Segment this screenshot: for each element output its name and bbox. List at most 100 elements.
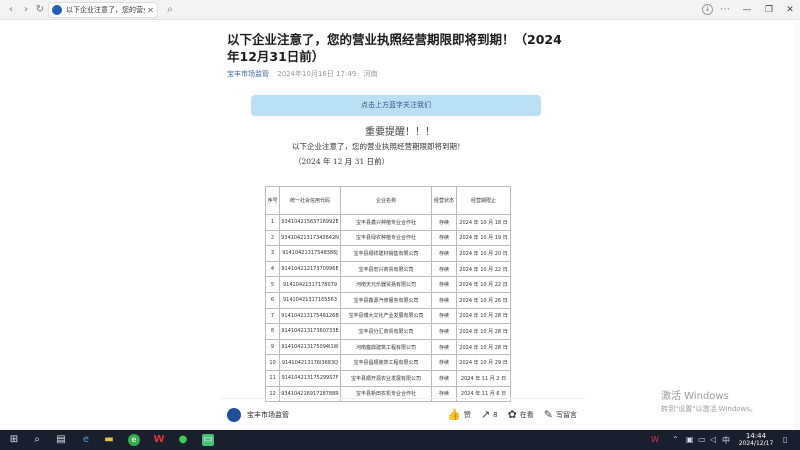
- tray-wps-icon[interactable]: W: [651, 435, 659, 444]
- row-no: 10: [265, 354, 280, 371]
- row-name: 河南天元乐器贸易有限公司: [340, 276, 432, 293]
- row-date: 2024 年 10 月 22 日: [456, 276, 511, 293]
- row-no: 2: [265, 229, 280, 247]
- viewing-label: 在看: [519, 410, 534, 419]
- table-row: 8 91410421317360733E 宝丰县分汇商贸有限公司 存续 2024 年 1…: [265, 323, 511, 340]
- article-meta: 宝丰市场监管 2024年10月16日 17:49 河南: [227, 69, 383, 79]
- table-row: 3 91410421317548386J 宝丰县顺祥建材销售有限公司 存续 2024 年…: [265, 245, 511, 262]
- row-code: 91410421317548386J: [279, 245, 341, 262]
- notice-heading: 重要提醒！！！: [365, 127, 435, 138]
- wps-office-icon[interactable]: W: [153, 434, 165, 446]
- tray-display-icon[interactable]: ▭: [698, 435, 706, 444]
- search-icon[interactable]: ⌕: [163, 3, 177, 17]
- comment-button[interactable]: ✎ 写留言: [544, 408, 577, 421]
- green-app-icon[interactable]: e: [128, 434, 140, 446]
- account-name[interactable]: 宝丰市场监管: [247, 410, 437, 420]
- row-no: 5: [265, 276, 280, 293]
- row-date: 2024 年 10 月 28 日: [456, 323, 511, 340]
- windows-start-icon[interactable]: ⊞: [8, 434, 20, 446]
- viewing-button[interactable]: ✿ 在看: [508, 408, 534, 421]
- share-icon: ↗: [480, 408, 491, 421]
- row-date: 2024 年 10 月 29 日: [456, 354, 511, 371]
- watermark-line-1: 激活 Windows: [661, 391, 729, 402]
- reload-button[interactable]: ↻: [33, 3, 47, 17]
- row-no: 11: [265, 369, 280, 387]
- notice-block: 重要提醒！！！ 以下企业注意了，您的营业执照经营期限即将到期！ （2024 年 …: [260, 123, 540, 167]
- article-date: 2024年10月16日 17:49: [277, 70, 357, 78]
- account-avatar[interactable]: [227, 407, 241, 422]
- tab-close-icon[interactable]: ✕: [147, 6, 154, 15]
- active-browser-icon[interactable]: ▭: [202, 434, 214, 446]
- table-row: 9 914104213175094l1W 河南塞鼎建筑工程有限公司 存续 2024 年 …: [265, 338, 511, 356]
- row-date: 2024 年 10 月 28 日: [456, 307, 511, 325]
- wechat-icon[interactable]: ●: [177, 434, 189, 446]
- enterprise-table: 序号 统一社会信用代码 企业名称 经营状态 经营期限止 1 93410421563…: [265, 186, 511, 403]
- row-state: 存续: [431, 245, 457, 262]
- share-button[interactable]: ↗ 8: [481, 408, 498, 421]
- like-button[interactable]: 👍 赞: [447, 408, 471, 421]
- table-row: 1 93410421563716992E 宝丰县鑫兴种植专业合作社 存续 2024 年 …: [265, 214, 511, 231]
- tray-arrow-icon[interactable]: ⌃: [672, 435, 679, 444]
- more-icon[interactable]: ⋯: [718, 3, 732, 17]
- row-state: 存续: [431, 354, 457, 371]
- row-code: 914104213175094l1W: [279, 338, 341, 356]
- edge-browser-icon[interactable]: e: [80, 434, 92, 446]
- row-date: 2024 年 10 月 20 日: [456, 245, 511, 262]
- browser-tab[interactable]: 以下企业注意了，您的营业执 ✕: [48, 2, 158, 18]
- close-window-button[interactable]: ✕: [783, 3, 797, 17]
- row-code: 91410421317360733E: [279, 323, 341, 340]
- notification-icon[interactable]: ▯: [783, 435, 787, 444]
- header-code: 统一社会信用代码: [279, 186, 341, 215]
- table-header-row: 序号 统一社会信用代码 企业名称 经营状态 经营期限止: [265, 186, 511, 215]
- row-state: 存续: [431, 323, 457, 340]
- taskbar-search-icon[interactable]: ⌕: [31, 434, 43, 446]
- tray-volume-icon[interactable]: ◁: [710, 435, 716, 444]
- row-code: 914104213176l3683Q: [279, 354, 341, 371]
- share-count: 8: [493, 410, 498, 419]
- wechat-favicon-icon: [52, 5, 62, 15]
- like-label: 赞: [463, 410, 471, 419]
- tray-network-icon[interactable]: ▣: [686, 435, 694, 444]
- windows-taskbar: ⊞ ⌕ ▤ e ▬ e W ● ▭ W ⌃ ▣ ▭ ◁ 中 14:44 2024…: [0, 430, 800, 450]
- row-no: 3: [265, 245, 280, 262]
- table-row: 4 91410421217370996E 宝丰县宏兴商贸有限公司 存续 2024 年 1…: [265, 260, 511, 278]
- table-row: 11 914104213175299S7F 宝丰县顺开源农业发展有限公司 存续 2024…: [265, 369, 511, 387]
- taskbar-clock[interactable]: 14:44 2024/12/17: [736, 432, 776, 448]
- row-date: 2024 年 10 月 19 日: [456, 229, 511, 247]
- table-row: 5 91410421317178079 河南天元乐器贸易有限公司 存续 2024 年 1…: [265, 276, 511, 293]
- row-code: 93410421317343642N: [279, 229, 341, 247]
- task-view-icon[interactable]: ▤: [55, 434, 67, 446]
- row-name: 宝丰县博大文化产业发展有限公司: [340, 307, 432, 325]
- table-row: 10 914104213176l3683Q 宝丰县昌顺装饰工程有限公司 存续 2024 …: [265, 354, 511, 371]
- row-code: 914104213175299S7F: [279, 369, 341, 387]
- row-state: 存续: [431, 276, 457, 293]
- row-code: 91410421317548126B: [279, 307, 341, 325]
- table-row: 7 91410421317548126B 宝丰县博大文化产业发展有限公司 存续 2024…: [265, 307, 511, 325]
- notice-line-2: （2024 年 12 月 31 日前）: [294, 157, 390, 166]
- row-date: 2024 年 10 月 26 日: [456, 291, 511, 309]
- article-bottom-bar: 宝丰市场监管 👍 赞 ↗ 8 ✿ 在看 ✎ 写留言: [220, 398, 585, 430]
- row-code: 91410421317178079: [279, 276, 341, 293]
- row-name: 河南塞鼎建筑工程有限公司: [340, 338, 432, 356]
- settings-icon[interactable]: ↓: [702, 4, 713, 15]
- forward-button[interactable]: ›: [19, 3, 33, 17]
- file-explorer-icon[interactable]: ▬: [103, 434, 115, 446]
- ime-indicator[interactable]: 中: [722, 435, 730, 446]
- row-name: 宝丰县顺开源农业发展有限公司: [340, 369, 432, 387]
- row-state: 存续: [431, 369, 457, 387]
- minimize-button[interactable]: —: [740, 3, 754, 17]
- header-state: 经营状态: [431, 186, 457, 215]
- article-title: 以下企业注意了，您的营业执照经营期限即将到期！（2024年12月31日前）: [227, 32, 562, 64]
- row-no: 6: [265, 291, 280, 309]
- row-name: 宝丰县宏兴商贸有限公司: [340, 260, 432, 278]
- comment-label: 写留言: [556, 410, 577, 419]
- back-button[interactable]: ‹: [4, 3, 18, 17]
- maximize-button[interactable]: ❐: [762, 3, 776, 17]
- follow-banner[interactable]: 点击上方蓝字关注我们: [251, 95, 541, 116]
- clock-date: 2024/12/17: [738, 440, 774, 447]
- header-no: 序号: [265, 186, 280, 215]
- row-state: 存续: [431, 260, 457, 278]
- comment-icon: ✎: [543, 408, 553, 421]
- page-scrollbar[interactable]: [794, 21, 800, 430]
- article-author-link[interactable]: 宝丰市场监管: [227, 70, 269, 78]
